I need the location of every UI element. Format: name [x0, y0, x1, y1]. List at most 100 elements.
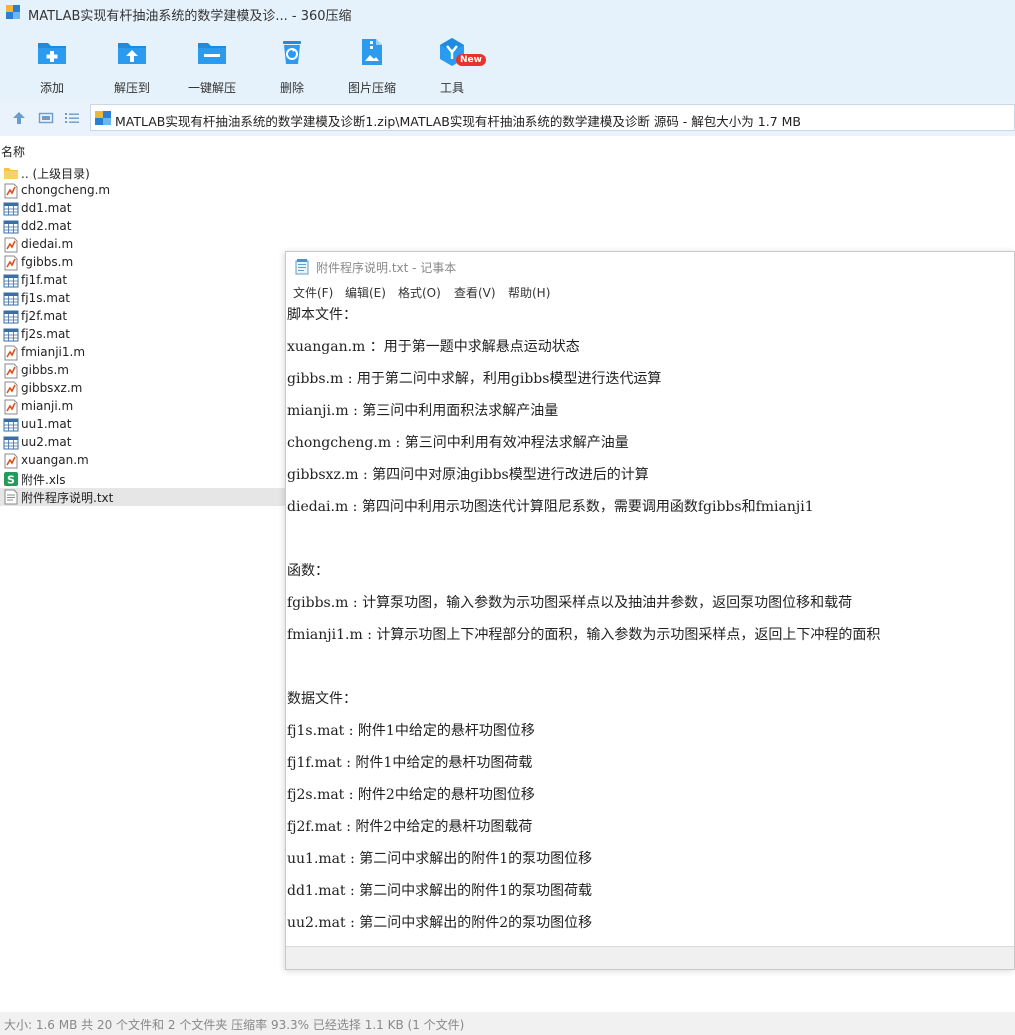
menu-view[interactable]: 查看(V)	[454, 284, 496, 301]
notepad-menu-bar: 文件(F) 编辑(E) 格式(O) 查看(V) 帮助(H)	[286, 282, 1015, 302]
file-row[interactable]: dd1.mat	[0, 200, 285, 218]
file-row[interactable]: uu1.mat	[0, 416, 285, 434]
text-line: fj2s.mat : 附件2中给定的悬杆功图位移	[287, 787, 535, 803]
file-name: gibbsxz.m	[21, 381, 83, 395]
name-column-header[interactable]: 名称	[1, 143, 25, 161]
file-row[interactable]: fgibbs.m	[0, 254, 285, 272]
file-row[interactable]: 附件程序说明.txt	[0, 488, 285, 506]
delete-label: 删除	[279, 81, 304, 95]
notepad-window[interactable]: 附件程序说明.txt - 记事本 文件(F) 编辑(E) 格式(O) 查看(V)…	[285, 251, 1015, 970]
notepad-icon	[295, 259, 309, 275]
file-row[interactable]: fj2s.mat	[0, 326, 285, 344]
text-line: xuangan.m ：用于第一题中求解悬点运动状态	[287, 339, 580, 355]
file-row[interactable]: gibbsxz.m	[0, 380, 285, 398]
one-click-extract-label: 一键解压	[187, 81, 236, 95]
text-line: fj1s.mat : 附件1中给定的悬杆功图位移	[287, 723, 535, 739]
m-file-icon	[3, 345, 19, 361]
mat-file-icon	[3, 201, 19, 217]
file-name: 附件程序说明.txt	[21, 491, 114, 505]
one-click-extract-icon	[198, 43, 226, 64]
address-bar: MATLAB实现有杆抽油系统的数学建模及诊断1.zip\MATLAB实现有杆抽油…	[0, 100, 1015, 136]
folder-icon	[3, 165, 19, 181]
new-badge: New	[456, 54, 486, 66]
file-name: uu1.mat	[21, 417, 72, 431]
extract-to-icon	[118, 43, 146, 64]
file-row[interactable]: gibbs.m	[0, 362, 285, 380]
file-name: fj2s.mat	[21, 327, 71, 341]
mat-file-icon	[3, 273, 19, 289]
menu-file[interactable]: 文件(F)	[293, 284, 333, 301]
mat-file-icon	[3, 291, 19, 307]
file-row[interactable]: S 附件.xls	[0, 470, 285, 488]
text-line: gibbsxz.m : 第四问中对原油gibbs模型进行改进后的计算	[287, 467, 649, 483]
notepad-title-bar: 附件程序说明.txt - 记事本	[286, 252, 1015, 280]
file-name: dd2.mat	[21, 219, 72, 233]
text-line: uu2.mat : 第二问中求解出的附件2的泵功图位移	[287, 915, 593, 931]
file-name: fj1f.mat	[21, 273, 68, 287]
file-name: chongcheng.m	[21, 183, 111, 197]
text-line: 脚本文件：	[287, 307, 357, 323]
add-label: 添加	[39, 81, 64, 95]
delete-button[interactable]: 删除	[252, 32, 332, 95]
file-row[interactable]: xuangan.m	[0, 452, 285, 470]
file-row[interactable]: fmianji1.m	[0, 344, 285, 362]
add-icon	[38, 43, 66, 64]
file-name: 附件.xls	[21, 473, 66, 487]
status-bar: 大小: 1.6 MB 共 20 个文件和 2 个文件夹 压缩率 93.3% 已经…	[0, 1012, 1015, 1035]
extract-to-button[interactable]: 解压到	[92, 32, 172, 95]
text-line: diedai.m : 第四问中利用示功图迭代计算阻尼系数，需要调用函数fgibb…	[287, 499, 814, 515]
text-line: fj2f.mat : 附件2中给定的悬杆功图载荷	[287, 819, 533, 835]
file-name: .. (上级目录)	[21, 167, 90, 181]
text-line: fgibbs.m : 计算泵功图，输入参数为示功图采样点以及抽油井参数，返回泵功…	[287, 595, 853, 611]
file-row[interactable]: diedai.m	[0, 236, 285, 254]
list-view-icon[interactable]	[64, 110, 80, 126]
mat-file-icon	[3, 219, 19, 235]
text-line: gibbs.m : 用于第二问中求解，利用gibbs模型进行迭代运算	[287, 371, 662, 387]
file-row[interactable]: uu2.mat	[0, 434, 285, 452]
text-line: uu1.mat : 第二问中求解出的附件1的泵功图位移	[287, 851, 593, 867]
extract-to-label: 解压到	[113, 81, 150, 95]
file-name: gibbs.m	[21, 363, 69, 377]
thumbnail-view-icon[interactable]	[38, 110, 54, 126]
text-line: fj1f.mat : 附件1中给定的悬杆功图荷载	[287, 755, 533, 771]
address-field[interactable]: MATLAB实现有杆抽油系统的数学建模及诊断1.zip\MATLAB实现有杆抽油…	[90, 104, 1015, 131]
file-row[interactable]: fj1s.mat	[0, 290, 285, 308]
m-file-icon	[3, 453, 19, 469]
file-name: uu2.mat	[21, 435, 72, 449]
file-name: fmianji1.m	[21, 345, 86, 359]
file-row[interactable]: fj1f.mat	[0, 272, 285, 290]
menu-format[interactable]: 格式(O)	[398, 284, 441, 301]
menu-help[interactable]: 帮助(H)	[508, 284, 550, 301]
mat-file-icon	[3, 417, 19, 433]
text-line: fmianji1.m : 计算示功图上下冲程部分的面积，输入参数为示功图采样点，…	[287, 627, 881, 643]
text-line: mianji.m : 第三问中利用面积法求解产油量	[287, 403, 559, 419]
image-compress-button[interactable]: 图片压缩	[332, 32, 412, 95]
file-row[interactable]: chongcheng.m	[0, 182, 285, 200]
m-file-icon	[3, 381, 19, 397]
svg-text:S: S	[7, 474, 15, 487]
file-name: mianji.m	[21, 399, 74, 413]
file-name: diedai.m	[21, 237, 74, 251]
file-row[interactable]: .. (上级目录)	[0, 164, 285, 182]
file-name: fj1s.mat	[21, 291, 71, 305]
file-name: fgibbs.m	[21, 255, 74, 269]
m-file-icon	[3, 363, 19, 379]
xls-file-icon: S	[3, 471, 19, 487]
up-arrow-icon[interactable]	[11, 110, 27, 126]
one-click-extract-button[interactable]: 一键解压	[172, 32, 252, 95]
image-compress-icon	[362, 39, 382, 65]
txt-file-icon	[3, 489, 19, 505]
notepad-text-area[interactable]: 脚本文件： xuangan.m ：用于第一题中求解悬点运动状态 gibbs.m : …	[286, 302, 1014, 947]
status-text: 大小: 1.6 MB 共 20 个文件和 2 个文件夹 压缩率 93.3% 已经…	[4, 1018, 465, 1032]
address-path: MATLAB实现有杆抽油系统的数学建模及诊断1.zip\MATLAB实现有杆抽油…	[115, 114, 801, 129]
toolbar: 添加 解压到 一键解压 删除 图片压缩 工具 New	[0, 26, 1015, 100]
file-row[interactable]: mianji.m	[0, 398, 285, 416]
file-row[interactable]: dd2.mat	[0, 218, 285, 236]
file-row[interactable]: fj2f.mat	[0, 308, 285, 326]
horizontal-scrollbar[interactable]	[286, 946, 1014, 969]
image-compress-label: 图片压缩	[347, 81, 396, 95]
delete-icon	[283, 41, 301, 64]
text-line: dd1.mat : 第二问中求解出的附件1的泵功图荷载	[287, 883, 593, 899]
menu-edit[interactable]: 编辑(E)	[345, 284, 386, 301]
add-button[interactable]: 添加	[12, 32, 92, 95]
